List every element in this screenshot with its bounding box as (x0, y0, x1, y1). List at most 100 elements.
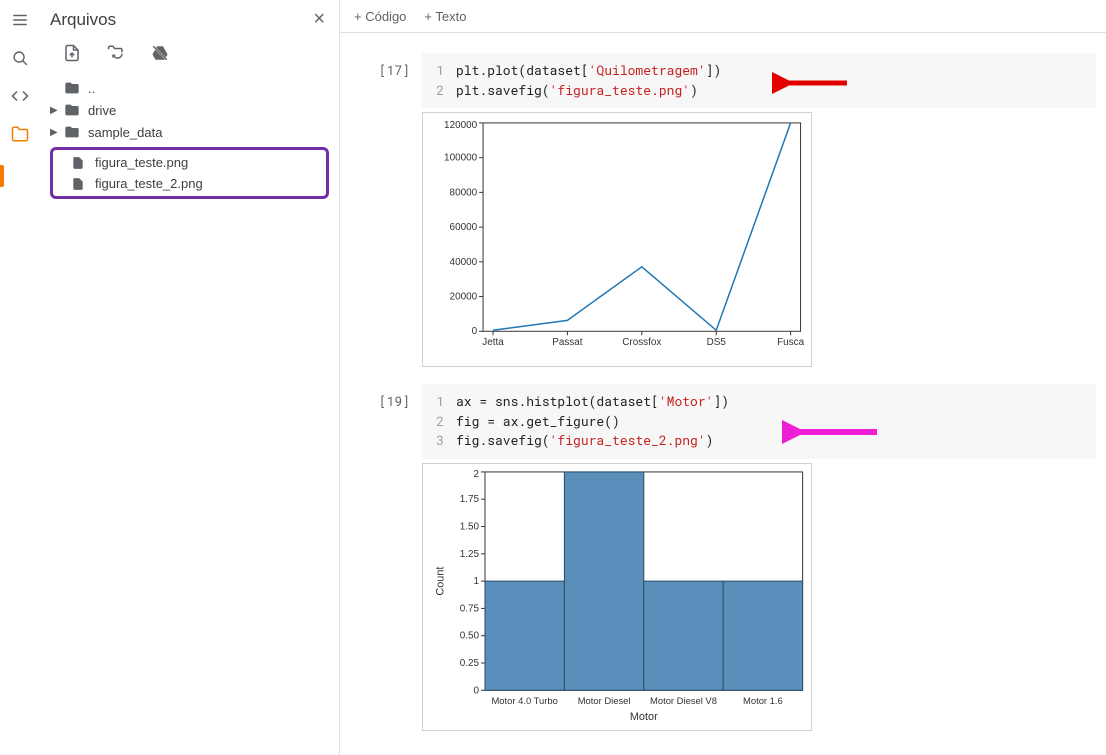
line-number: 1 (432, 61, 456, 81)
bar (485, 581, 564, 690)
ytick: 1.75 (460, 494, 480, 505)
ytick: 0.50 (460, 631, 480, 642)
code-string: 'figura_teste.png' (550, 81, 690, 101)
ytick: 1 (474, 576, 480, 587)
add-text-button[interactable]: + Texto (424, 9, 466, 24)
menu-icon[interactable] (10, 10, 30, 30)
code-text: ]) (706, 61, 722, 81)
code-cell-19[interactable]: [19] 1ax = sns.histplot(dataset['Motor']… (350, 384, 1096, 734)
line-number: 2 (432, 412, 456, 432)
tree-drive[interactable]: ▶ drive (50, 99, 329, 121)
xtick: Jetta (482, 338, 504, 349)
tree-file-2[interactable]: figura_teste_2.png (57, 173, 322, 194)
tree-file-1[interactable]: figura_teste.png (57, 152, 322, 173)
cells-container: [17] 1plt.plot(dataset['Quilometragem'])… (340, 33, 1106, 755)
file-panel-title: Arquivos (50, 10, 116, 30)
ytick: 2 (474, 469, 480, 480)
cell-body: 1plt.plot(dataset['Quilometragem']) 2plt… (422, 53, 1096, 370)
xtick: Passat (552, 338, 583, 349)
bar (564, 472, 643, 690)
code-text: ]) (713, 392, 729, 412)
magenta-arrow-annotation (782, 420, 882, 444)
bar (723, 581, 802, 690)
code-text: ) (690, 81, 698, 101)
code-string: 'figura_teste_2.png' (550, 431, 706, 451)
ytick: 120000 (444, 120, 478, 131)
exec-count: [17] (350, 53, 422, 370)
folder-icon[interactable] (10, 124, 30, 144)
file-panel: Arquivos × .. ▶ drive ▶ sample_data (40, 0, 340, 755)
folder-up-icon (64, 80, 82, 96)
main-area: + Código + Texto [17] 1plt.plot(dataset[… (340, 0, 1106, 755)
left-rail (0, 0, 40, 755)
add-code-button[interactable]: + Código (354, 9, 406, 24)
xtick: Motor Diesel V8 (650, 695, 717, 706)
code-editor[interactable]: 1ax = sns.histplot(dataset['Motor']) 2fi… (422, 384, 1096, 459)
folder-sync-icon[interactable] (106, 43, 126, 63)
ytick: 1.25 (460, 549, 480, 560)
file-toolbar (40, 43, 339, 77)
red-arrow-annotation (772, 71, 852, 95)
xtick: Fusca (777, 338, 804, 349)
code-text: fig.savefig( (456, 431, 550, 451)
tree-sample-data[interactable]: ▶ sample_data (50, 121, 329, 143)
tree-updir[interactable]: .. (50, 77, 329, 99)
file-tree: .. ▶ drive ▶ sample_data figura_teste.pn… (40, 77, 339, 199)
code-string: 'Motor' (659, 392, 714, 412)
line-number: 3 (432, 431, 456, 451)
line-chart-output: 0 20000 40000 60000 80000 100000 120000 (422, 112, 812, 367)
ytick: 0.75 (460, 603, 480, 614)
code-text: plt.savefig( (456, 81, 550, 101)
tree-file-1-label: figura_teste.png (95, 155, 188, 170)
xtick: Motor Diesel (578, 695, 631, 706)
xtick: Motor 4.0 Turbo (491, 695, 557, 706)
ytick: 60000 (450, 222, 478, 233)
cell-output: 0 0.25 0.50 0.75 1 1.25 1.50 1.75 2 (422, 463, 1096, 734)
ytick: 100000 (444, 153, 478, 164)
code-text: ax = sns.histplot(dataset[ (456, 392, 659, 412)
search-icon[interactable] (10, 48, 30, 68)
tree-file-2-label: figura_teste_2.png (95, 176, 203, 191)
tree-updir-label: .. (88, 81, 95, 96)
chevron-right-icon: ▶ (50, 105, 64, 116)
close-icon[interactable]: × (313, 8, 325, 31)
cell-body: 1ax = sns.histplot(dataset['Motor']) 2fi… (422, 384, 1096, 734)
ytick: 0.25 (460, 658, 480, 669)
ytick: 0 (474, 685, 480, 696)
xtick: DS5 (707, 338, 727, 349)
ytick: 20000 (450, 292, 478, 303)
file-icon (71, 177, 89, 191)
xtick: Crossfox (622, 338, 661, 349)
folder-icon (64, 124, 82, 140)
xlabel: Motor (630, 711, 658, 723)
bar (644, 581, 723, 690)
ytick: 40000 (450, 257, 478, 268)
tree-sample-data-label: sample_data (88, 125, 162, 140)
file-icon (71, 156, 89, 170)
drive-disabled-icon[interactable] (150, 43, 170, 63)
main-toolbar: + Código + Texto (340, 0, 1106, 33)
code-string: 'Quilometragem' (589, 61, 706, 81)
folder-icon (64, 102, 82, 118)
code-text: plt.plot(dataset[ (456, 61, 589, 81)
file-panel-header: Arquivos × (40, 8, 339, 43)
file-upload-icon[interactable] (62, 43, 82, 63)
tree-drive-label: drive (88, 103, 116, 118)
chevron-right-icon: ▶ (50, 127, 64, 138)
code-editor[interactable]: 1plt.plot(dataset['Quilometragem']) 2plt… (422, 53, 1096, 108)
highlighted-files: figura_teste.png figura_teste_2.png (50, 147, 329, 199)
code-icon[interactable] (10, 86, 30, 106)
active-indicator (0, 165, 4, 187)
code-cell-17[interactable]: [17] 1plt.plot(dataset['Quilometragem'])… (350, 53, 1096, 370)
xtick: Motor 1.6 (743, 695, 783, 706)
cell-output: 0 20000 40000 60000 80000 100000 120000 (422, 112, 1096, 370)
code-text: ) (706, 431, 714, 451)
ylabel: Count (434, 566, 446, 595)
line-number: 1 (432, 392, 456, 412)
ytick: 80000 (450, 188, 478, 199)
line-number: 2 (432, 81, 456, 101)
exec-count: [19] (350, 384, 422, 734)
ytick: 0 (472, 327, 478, 338)
ytick: 1.50 (460, 521, 480, 532)
bar-chart-output: 0 0.25 0.50 0.75 1 1.25 1.50 1.75 2 (422, 463, 812, 731)
